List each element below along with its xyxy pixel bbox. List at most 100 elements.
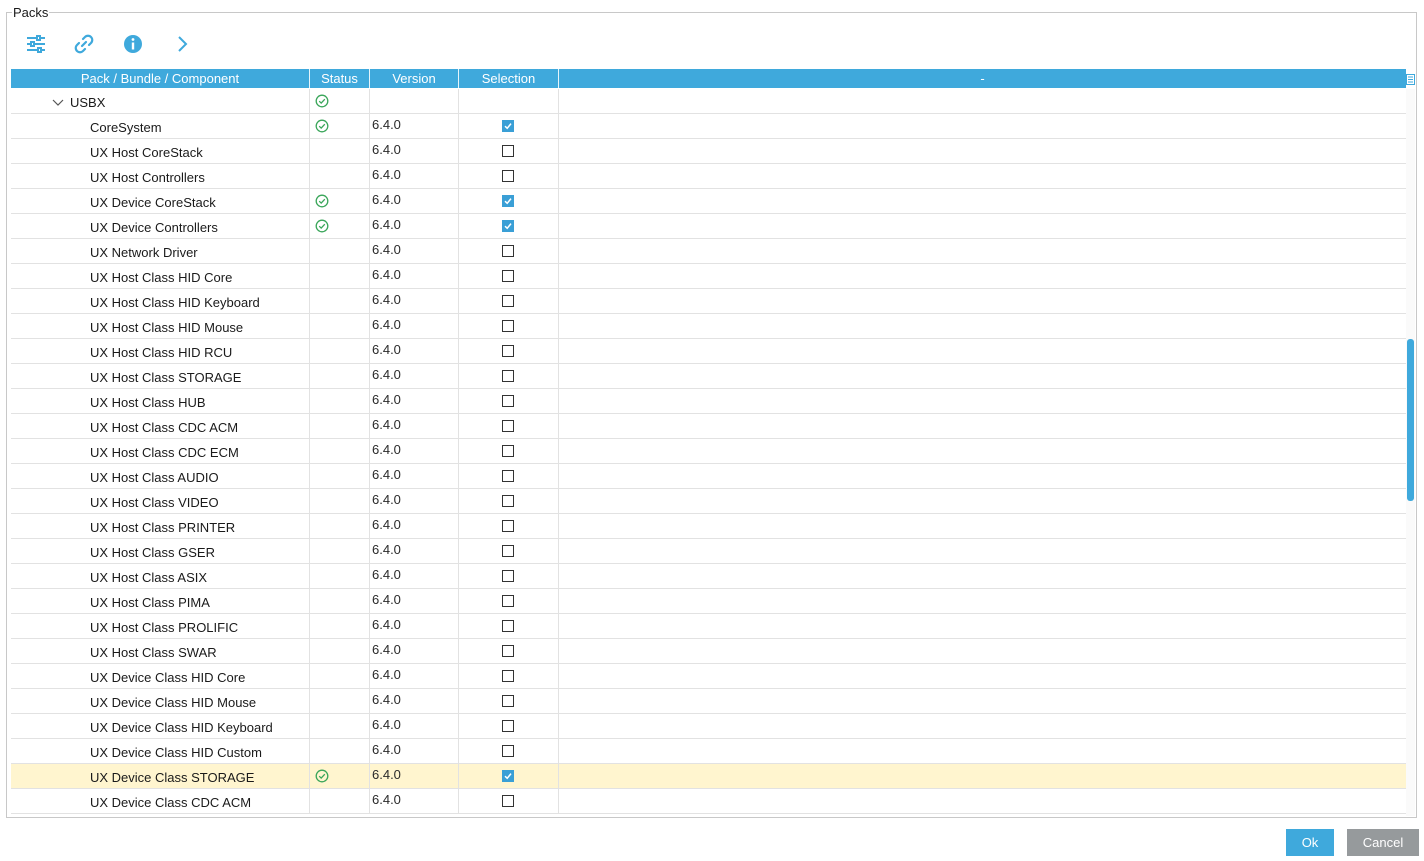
table-row[interactable]: UX Device Class CDC ACM 6.4.0 bbox=[11, 789, 1406, 814]
extra-cell bbox=[559, 764, 1406, 788]
extra-cell bbox=[559, 789, 1406, 813]
table-row[interactable]: UX Device Class HID Core 6.4.0 bbox=[11, 664, 1406, 689]
selection-checkbox[interactable] bbox=[502, 520, 514, 532]
selection-checkbox[interactable] bbox=[502, 245, 514, 257]
version-text: 6.4.0 bbox=[372, 267, 401, 282]
column-header-name[interactable]: Pack / Bundle / Component bbox=[11, 69, 310, 88]
table-row[interactable]: UX Host CoreStack 6.4.0 bbox=[11, 139, 1406, 164]
vertical-scrollbar[interactable] bbox=[1406, 89, 1415, 816]
selection-checkbox[interactable] bbox=[502, 695, 514, 707]
table-row[interactable]: UX Device Class STORAGE 6.4.0 bbox=[11, 764, 1406, 789]
component-name: UX Host CoreStack bbox=[90, 145, 203, 160]
selection-checkbox[interactable] bbox=[502, 570, 514, 582]
selection-cell bbox=[459, 714, 559, 738]
table-row[interactable]: UX Host Class STORAGE 6.4.0 bbox=[11, 364, 1406, 389]
selection-checkbox[interactable] bbox=[502, 120, 514, 132]
table-row[interactable]: UX Host Class CDC ECM 6.4.0 bbox=[11, 439, 1406, 464]
version-text: 6.4.0 bbox=[372, 467, 401, 482]
selection-checkbox[interactable] bbox=[502, 145, 514, 157]
selection-checkbox[interactable] bbox=[502, 370, 514, 382]
selection-checkbox[interactable] bbox=[502, 395, 514, 407]
status-cell bbox=[310, 139, 370, 163]
selection-checkbox[interactable] bbox=[502, 470, 514, 482]
filter-settings-icon[interactable] bbox=[24, 32, 48, 56]
selection-checkbox[interactable] bbox=[502, 670, 514, 682]
link-icon[interactable] bbox=[72, 32, 96, 56]
name-cell: UX Host Class VIDEO bbox=[11, 489, 310, 513]
table-row[interactable]: UX Device Controllers 6.4.0 bbox=[11, 214, 1406, 239]
column-header-status[interactable]: Status bbox=[310, 69, 370, 88]
selection-checkbox[interactable] bbox=[502, 170, 514, 182]
status-cell bbox=[310, 764, 370, 788]
selection-checkbox[interactable] bbox=[502, 295, 514, 307]
table-row[interactable]: UX Host Class CDC ACM 6.4.0 bbox=[11, 414, 1406, 439]
selection-checkbox[interactable] bbox=[502, 595, 514, 607]
selection-checkbox[interactable] bbox=[502, 720, 514, 732]
table-row[interactable]: UX Host Class GSER 6.4.0 bbox=[11, 539, 1406, 564]
selection-checkbox[interactable] bbox=[502, 195, 514, 207]
extra-cell bbox=[559, 539, 1406, 563]
selection-checkbox[interactable] bbox=[502, 795, 514, 807]
column-header-extra[interactable]: - bbox=[559, 69, 1406, 88]
table-row[interactable]: UX Device Class HID Keyboard 6.4.0 bbox=[11, 714, 1406, 739]
selection-checkbox[interactable] bbox=[502, 495, 514, 507]
name-cell: UX Device Class HID Keyboard bbox=[11, 714, 310, 738]
name-cell: UX Host Class STORAGE bbox=[11, 364, 310, 388]
ok-button[interactable]: Ok bbox=[1286, 829, 1334, 856]
table-row[interactable]: UX Network Driver 6.4.0 bbox=[11, 239, 1406, 264]
status-cell bbox=[310, 714, 370, 738]
name-cell: UX Device Class HID Mouse bbox=[11, 689, 310, 713]
table-row[interactable]: UX Device CoreStack 6.4.0 bbox=[11, 189, 1406, 214]
table-row[interactable]: UX Host Class HID Mouse 6.4.0 bbox=[11, 314, 1406, 339]
status-cell bbox=[310, 689, 370, 713]
name-cell: UX Host Class GSER bbox=[11, 539, 310, 563]
scrollbar-thumb[interactable] bbox=[1407, 339, 1414, 501]
info-icon[interactable] bbox=[121, 32, 145, 56]
table-row[interactable]: UX Host Class PROLIFIC 6.4.0 bbox=[11, 614, 1406, 639]
extra-cell bbox=[559, 389, 1406, 413]
table-row[interactable]: UX Host Class HID Keyboard 6.4.0 bbox=[11, 289, 1406, 314]
selection-checkbox[interactable] bbox=[502, 620, 514, 632]
selection-checkbox[interactable] bbox=[502, 270, 514, 282]
selection-checkbox[interactable] bbox=[502, 745, 514, 757]
cancel-button[interactable]: Cancel bbox=[1347, 829, 1419, 856]
selection-checkbox[interactable] bbox=[502, 545, 514, 557]
table-row[interactable]: UX Host Class HID Core 6.4.0 bbox=[11, 264, 1406, 289]
selection-checkbox[interactable] bbox=[502, 220, 514, 232]
table-row[interactable]: UX Host Class PRINTER 6.4.0 bbox=[11, 514, 1406, 539]
table-row[interactable]: UX Device Class HID Mouse 6.4.0 bbox=[11, 689, 1406, 714]
version-text: 6.4.0 bbox=[372, 417, 401, 432]
version-cell: 6.4.0 bbox=[370, 264, 459, 288]
selection-checkbox[interactable] bbox=[502, 770, 514, 782]
version-text: 6.4.0 bbox=[372, 692, 401, 707]
table-row[interactable]: UX Host Class HID RCU 6.4.0 bbox=[11, 339, 1406, 364]
table-row[interactable]: UX Host Class SWAR 6.4.0 bbox=[11, 639, 1406, 664]
chevron-right-icon[interactable] bbox=[170, 32, 194, 56]
column-settings-icon[interactable] bbox=[1406, 72, 1415, 85]
status-cell bbox=[310, 539, 370, 563]
tree-parent-row[interactable]: USBX bbox=[11, 89, 1406, 114]
version-text: 6.4.0 bbox=[372, 767, 401, 782]
column-header-version[interactable]: Version bbox=[370, 69, 459, 88]
column-header-selection[interactable]: Selection bbox=[459, 69, 559, 88]
extra-cell bbox=[559, 639, 1406, 663]
table-row[interactable]: CoreSystem 6.4.0 bbox=[11, 114, 1406, 139]
table-row[interactable]: UX Host Class HUB 6.4.0 bbox=[11, 389, 1406, 414]
component-name: UX Host Class CDC ECM bbox=[90, 445, 239, 460]
selection-checkbox[interactable] bbox=[502, 645, 514, 657]
chevron-down-icon[interactable] bbox=[52, 96, 64, 106]
selection-cell bbox=[459, 514, 559, 538]
status-cell bbox=[310, 89, 370, 113]
selection-checkbox[interactable] bbox=[502, 320, 514, 332]
table-row[interactable]: UX Host Controllers 6.4.0 bbox=[11, 164, 1406, 189]
selection-checkbox[interactable] bbox=[502, 345, 514, 357]
component-name: UX Host Class PRINTER bbox=[90, 520, 236, 535]
table-row[interactable]: UX Host Class PIMA 6.4.0 bbox=[11, 589, 1406, 614]
table-row[interactable]: UX Device Class HID Custom 6.4.0 bbox=[11, 739, 1406, 764]
table-row[interactable]: UX Host Class VIDEO 6.4.0 bbox=[11, 489, 1406, 514]
selection-checkbox[interactable] bbox=[502, 420, 514, 432]
table-row[interactable]: UX Host Class ASIX 6.4.0 bbox=[11, 564, 1406, 589]
table-row[interactable]: UX Host Class AUDIO 6.4.0 bbox=[11, 464, 1406, 489]
selection-checkbox[interactable] bbox=[502, 445, 514, 457]
selection-cell bbox=[459, 564, 559, 588]
